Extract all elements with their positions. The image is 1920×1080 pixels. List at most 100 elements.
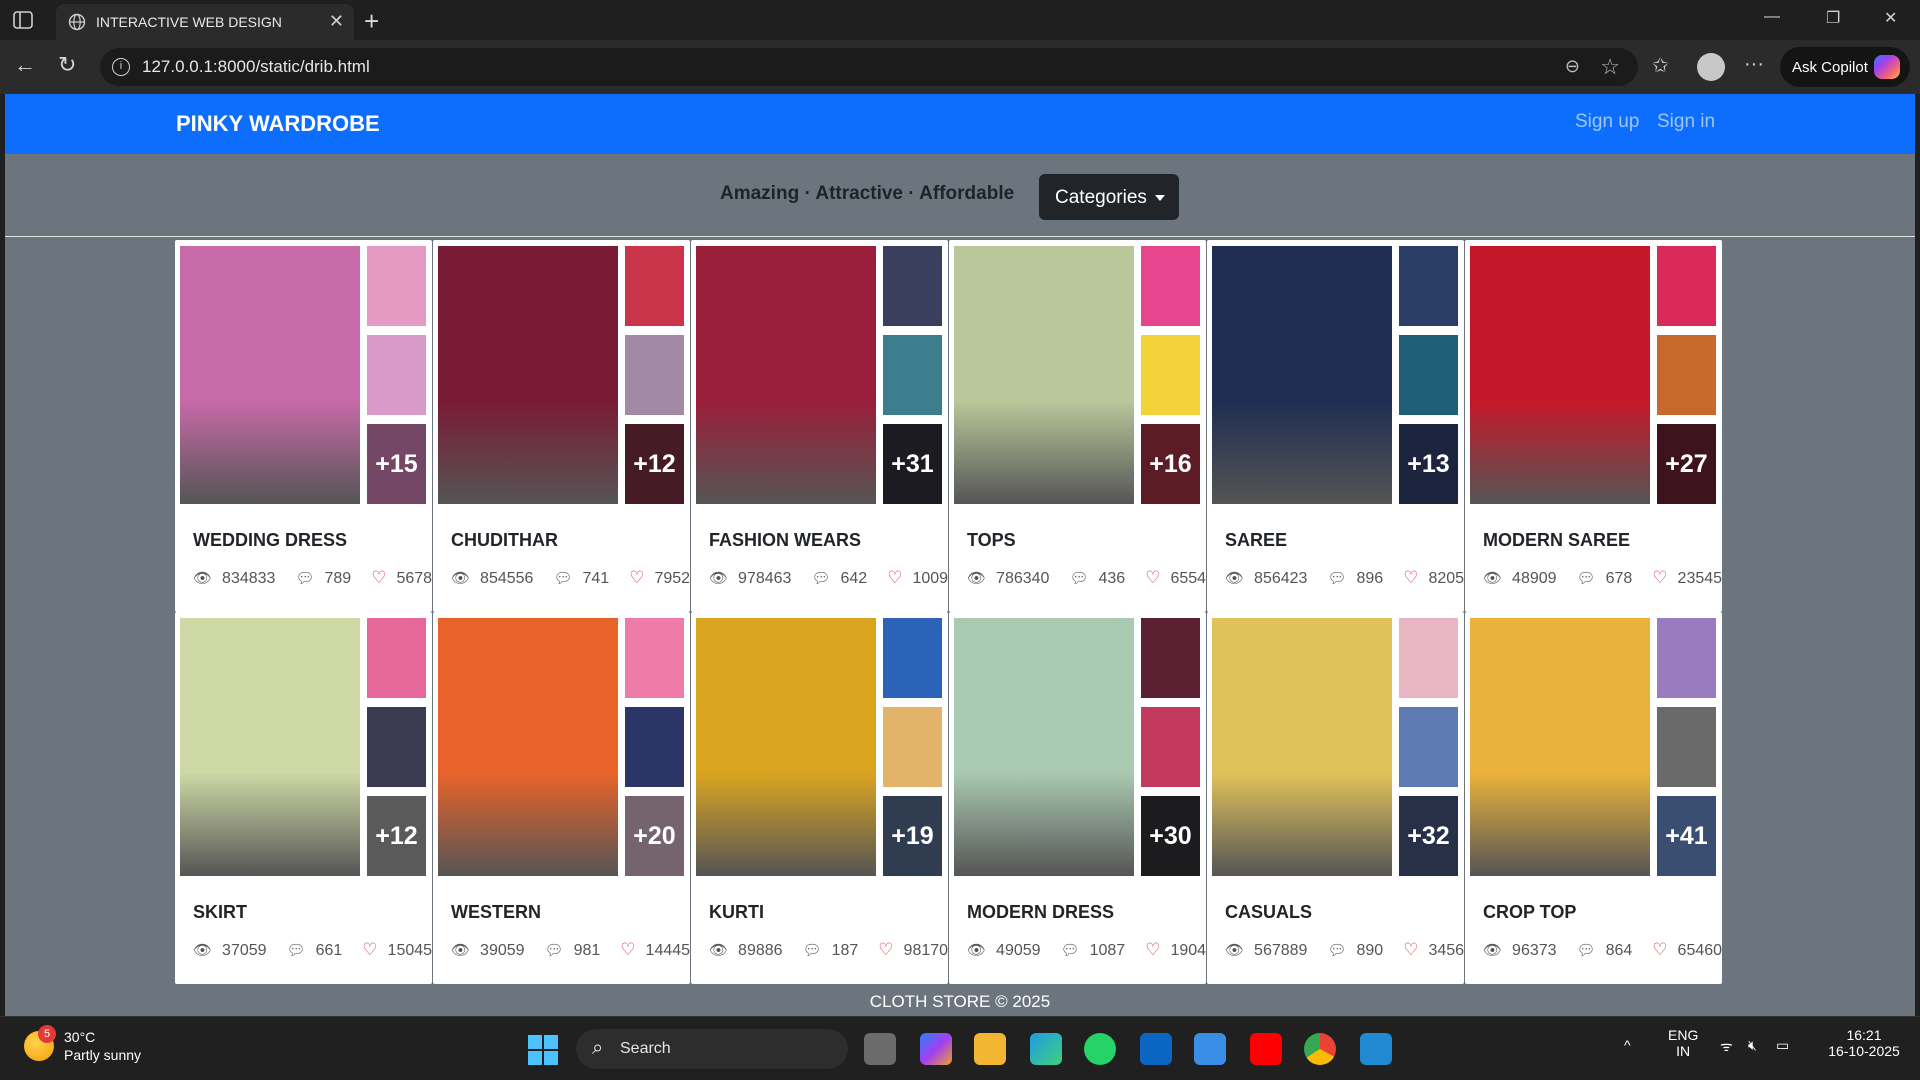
windows-start-icon[interactable]	[528, 1035, 558, 1065]
thumbnail-photo[interactable]	[1657, 618, 1716, 698]
main-photo[interactable]	[696, 246, 876, 504]
more-menu-icon[interactable]: ···	[1744, 53, 1764, 76]
close-tab-icon[interactable]: ✕	[329, 11, 344, 32]
more-count-badge[interactable]: +15	[367, 424, 426, 504]
more-count-badge[interactable]: +13	[1399, 424, 1458, 504]
main-photo[interactable]	[1470, 246, 1650, 504]
site-brand[interactable]: PINKY WARDROBE	[176, 111, 380, 137]
thumbnail-photo[interactable]	[1141, 335, 1200, 415]
more-count-badge[interactable]: +30	[1141, 796, 1200, 876]
thumbnail-photo[interactable]	[1141, 246, 1200, 326]
thumbnail-photo[interactable]	[1399, 707, 1458, 787]
thumbnail-photo[interactable]	[1657, 707, 1716, 787]
chrome-icon[interactable]	[1304, 1033, 1336, 1065]
new-tab-icon[interactable]: +	[364, 6, 379, 37]
whatsapp-icon[interactable]	[1084, 1033, 1116, 1065]
heart-icon[interactable]: ♡	[620, 940, 635, 959]
thumbnail-photo[interactable]	[1657, 246, 1716, 326]
more-count-badge[interactable]: +31	[883, 424, 942, 504]
linkedin-icon[interactable]	[1140, 1033, 1172, 1065]
thumbnail-photo[interactable]	[883, 618, 942, 698]
more-count-badge[interactable]: +41	[1657, 796, 1716, 876]
category-card[interactable]: +30 MODERN DRESS 👁︎ 49059 💬︎ 1087 ♡ 19045	[949, 612, 1215, 984]
language-indicator[interactable]: ENG IN	[1668, 1027, 1698, 1059]
category-card[interactable]: +41 CROP TOP 👁︎ 96373 💬︎ 864 ♡ 65460	[1465, 612, 1722, 984]
profile-avatar[interactable]	[1697, 53, 1725, 81]
category-card[interactable]: +19 KURTI 👁︎ 89886 💬︎ 187 ♡ 98170	[691, 612, 948, 984]
heart-icon[interactable]: ♡	[1652, 940, 1667, 959]
heart-icon[interactable]: ♡	[887, 568, 902, 587]
thumbnail-photo[interactable]	[1141, 707, 1200, 787]
category-card[interactable]: +12 CHUDITHAR 👁︎ 854556 💬︎ 741 ♡ 79528	[433, 240, 699, 612]
heart-icon[interactable]: ♡	[1145, 940, 1160, 959]
thumbnail-photo[interactable]	[625, 618, 684, 698]
likes-stat[interactable]: ♡ 14445	[620, 940, 700, 959]
more-count-badge[interactable]: +20	[625, 796, 684, 876]
category-card[interactable]: +32 CASUALS 👁︎ 567889 💬︎ 890 ♡ 34567	[1207, 612, 1473, 984]
categories-dropdown-button[interactable]: Categories	[1039, 174, 1179, 220]
youtube-icon[interactable]	[1250, 1033, 1282, 1065]
likes-stat[interactable]: ♡ 65460	[1652, 940, 1732, 959]
category-card[interactable]: +27 MODERN SAREE 👁︎ 48909 💬︎ 678 ♡ 23545	[1465, 240, 1722, 612]
thumbnail-photo[interactable]	[367, 335, 426, 415]
thumbnail-photo[interactable]	[883, 707, 942, 787]
url-text[interactable]: 127.0.0.1:8000/static/drib.html	[142, 57, 370, 77]
heart-icon[interactable]: ♡	[1145, 568, 1160, 587]
favorites-icon[interactable]: ✩	[1652, 53, 1669, 78]
signin-link[interactable]: Sign in	[1657, 111, 1715, 133]
category-card[interactable]: +16 TOPS 👁︎ 786340 💬︎ 436 ♡ 65546	[949, 240, 1215, 612]
heart-icon[interactable]: ♡	[371, 568, 386, 587]
heart-icon[interactable]: ♡	[1403, 568, 1418, 587]
task-view-icon[interactable]	[864, 1033, 896, 1065]
close-window-icon[interactable]: ✕	[1884, 8, 1897, 28]
reload-icon[interactable]: ↻	[58, 52, 76, 78]
main-photo[interactable]	[180, 246, 360, 504]
category-card[interactable]: +12 SKIRT 👁︎ 37059 💬︎ 661 ♡ 15045	[175, 612, 432, 984]
sidebar-toggle-icon[interactable]	[12, 9, 34, 31]
minimize-icon[interactable]: —	[1764, 8, 1780, 26]
likes-stat[interactable]: ♡ 15045	[362, 940, 442, 959]
copilot-app-icon[interactable]	[920, 1033, 952, 1065]
thumbnail-photo[interactable]	[883, 246, 942, 326]
restore-icon[interactable]: ❐	[1826, 8, 1840, 28]
category-card[interactable]: +31 FASHION WEARS 👁︎ 978463 💬︎ 642 ♡ 10093	[691, 240, 957, 612]
heart-icon[interactable]: ♡	[629, 568, 644, 587]
more-count-badge[interactable]: +27	[1657, 424, 1716, 504]
thumbnail-photo[interactable]	[1399, 335, 1458, 415]
thumbnail-photo[interactable]	[1141, 618, 1200, 698]
likes-stat[interactable]: ♡ 23545	[1652, 568, 1732, 587]
vscode-icon[interactable]	[1360, 1033, 1392, 1065]
ask-copilot-button[interactable]: Ask Copilot	[1780, 47, 1910, 87]
main-photo[interactable]	[696, 618, 876, 876]
more-count-badge[interactable]: +32	[1399, 796, 1458, 876]
thumbnail-photo[interactable]	[1399, 618, 1458, 698]
taskbar-search[interactable]: ⌕ Search	[576, 1029, 848, 1069]
main-photo[interactable]	[1470, 618, 1650, 876]
site-info-icon[interactable]: i	[112, 58, 130, 76]
heart-icon[interactable]: ♡	[1652, 568, 1667, 587]
address-bar[interactable]: i 127.0.0.1:8000/static/drib.html ⊖ ☆	[100, 48, 1638, 86]
thumbnail-photo[interactable]	[367, 618, 426, 698]
thumbnail-photo[interactable]	[367, 707, 426, 787]
edge-browser-icon[interactable]	[1030, 1033, 1062, 1065]
battery-icon[interactable]: ▭	[1776, 1037, 1789, 1054]
thumbnail-photo[interactable]	[883, 335, 942, 415]
zoom-icon[interactable]: ⊖	[1565, 56, 1580, 77]
main-photo[interactable]	[954, 618, 1134, 876]
more-count-badge[interactable]: +16	[1141, 424, 1200, 504]
category-card[interactable]: +15 WEDDING DRESS 👁︎ 834833 💬︎ 789 ♡ 56783	[175, 240, 441, 612]
clock[interactable]: 16:21 16-10-2025	[1816, 1027, 1912, 1059]
notepad-icon[interactable]	[1194, 1033, 1226, 1065]
thumbnail-photo[interactable]	[625, 246, 684, 326]
heart-icon[interactable]: ♡	[1403, 940, 1418, 959]
more-count-badge[interactable]: +12	[367, 796, 426, 876]
active-tab[interactable]: INTERACTIVE WEB DESIGN ✕	[56, 4, 354, 40]
main-photo[interactable]	[1212, 618, 1392, 876]
main-photo[interactable]	[438, 618, 618, 876]
heart-icon[interactable]: ♡	[362, 940, 377, 959]
heart-icon[interactable]: ♡	[878, 940, 893, 959]
wifi-icon[interactable]: ᯤ	[1720, 1037, 1733, 1056]
category-card[interactable]: +13 SAREE 👁︎ 856423 💬︎ 896 ♡ 82055	[1207, 240, 1473, 612]
favorite-star-icon[interactable]: ☆	[1600, 54, 1620, 80]
category-card[interactable]: +20 WESTERN 👁︎ 39059 💬︎ 981 ♡ 14445	[433, 612, 690, 984]
